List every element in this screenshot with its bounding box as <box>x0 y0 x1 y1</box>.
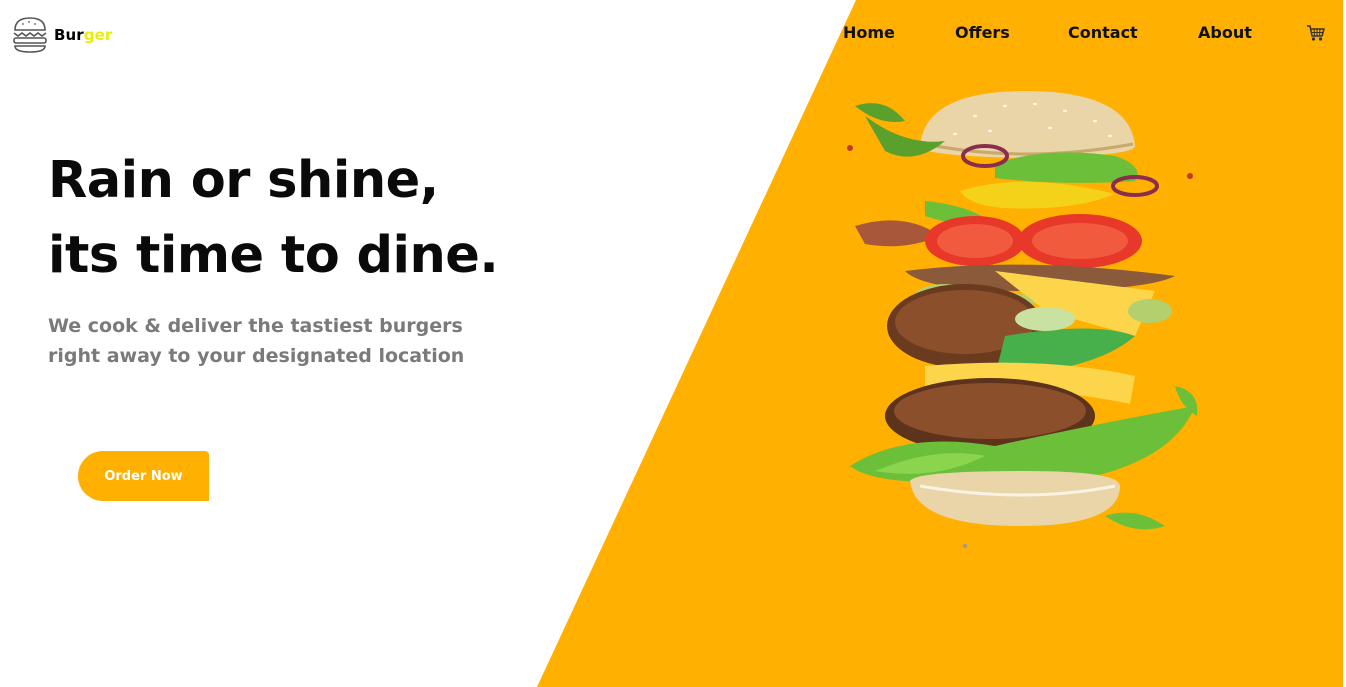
main-nav: Home Offers Contact About <box>0 22 1346 46</box>
hero-title: Rain or shine, its time to dine. <box>48 143 499 293</box>
nav-home-link[interactable]: Home <box>843 22 895 44</box>
hero-title-line2: its time to dine. <box>48 226 499 285</box>
burger-illustration <box>847 91 1198 548</box>
hero-subtitle-line2: right away to your designated location <box>48 345 465 367</box>
hero-subtitle: We cook & deliver the tastiest burgers r… <box>48 311 464 371</box>
nav-about-link[interactable]: About <box>1198 22 1252 44</box>
hero-subtitle-line1: We cook & deliver the tastiest burgers <box>48 315 463 337</box>
nav-contact-link[interactable]: Contact <box>1068 22 1138 44</box>
hero-title-line1: Rain or shine, <box>48 151 439 210</box>
order-now-button[interactable]: Order Now <box>78 451 209 501</box>
cart-icon[interactable] <box>1306 24 1325 42</box>
nav-offers-link[interactable]: Offers <box>955 22 1010 44</box>
